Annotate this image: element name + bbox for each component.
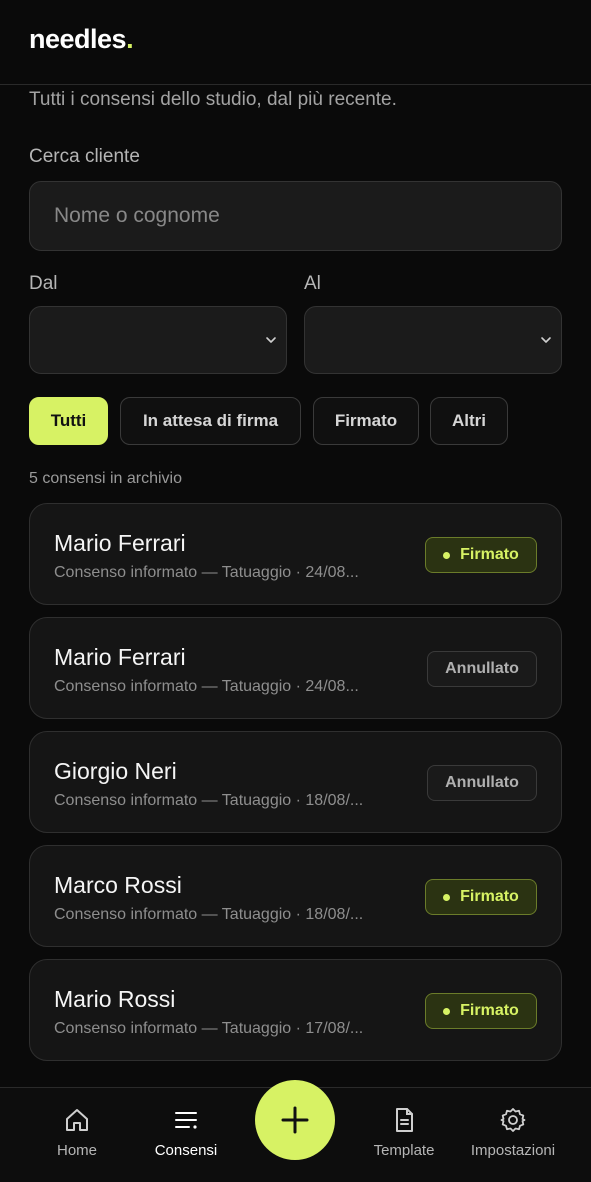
client-name: Mario Ferrari [54, 644, 186, 670]
consent-card[interactable]: Giorgio Neri Consenso informato — Tatuag… [29, 731, 562, 833]
status-label: Firmato [460, 1002, 519, 1019]
date-from-label: Dal [29, 273, 58, 294]
consent-card[interactable]: Marco Rossi Consenso informato — Tatuagg… [29, 845, 562, 947]
filter-chip-firmato[interactable]: Firmato [313, 397, 419, 445]
status-badge: Annullato [427, 651, 537, 687]
gear-icon [500, 1108, 526, 1132]
date-from-select[interactable] [29, 306, 287, 374]
status-label: Firmato [460, 546, 519, 563]
nav-template[interactable]: Template [349, 1106, 459, 1166]
filter-chip-altri[interactable]: Altri [430, 397, 508, 445]
home-icon [66, 1109, 88, 1131]
date-to-label: Al [304, 273, 321, 294]
logo-dot: . [126, 24, 134, 54]
client-name: Giorgio Neri [54, 758, 177, 784]
list-icon [175, 1112, 197, 1129]
filter-chip-tutti[interactable]: Tutti [29, 397, 108, 445]
add-consent-button[interactable] [255, 1080, 335, 1160]
status-dot-icon [443, 1007, 451, 1015]
consent-description: Consenso informato — Tatuaggio · 24/08..… [54, 564, 359, 581]
status-dot-icon [443, 893, 451, 901]
top-bar: needles. [0, 0, 591, 85]
search-input[interactable]: Nome o cognome [29, 181, 562, 251]
consent-description: Consenso informato — Tatuaggio · 17/08/.… [54, 1020, 364, 1037]
chevron-down-icon [541, 337, 551, 343]
logo-text: needles [29, 24, 127, 54]
consent-card[interactable]: Mario Ferrari Consenso informato — Tatua… [29, 503, 562, 605]
search-label: Cerca cliente [29, 146, 140, 167]
status-badge: Firmato [425, 879, 537, 915]
status-label: Firmato [460, 888, 519, 905]
nav-impostazioni-label: Impostazioni [470, 1142, 556, 1159]
status-label: Annullato [445, 774, 519, 791]
status-badge: Firmato [425, 537, 537, 573]
nav-consensi-label: Consensi [154, 1142, 218, 1159]
nav-home[interactable]: Home [22, 1106, 132, 1166]
results-count: 5 consensi in archivio [29, 470, 182, 487]
search-placeholder: Nome o cognome [54, 204, 220, 227]
status-badge: Firmato [425, 993, 537, 1029]
status-label: Annullato [445, 660, 519, 677]
filter-chip-in-attesa[interactable]: In attesa di firma [120, 397, 301, 445]
status-dot-icon [443, 551, 451, 559]
consent-card[interactable]: Mario Rossi Consenso informato — Tatuagg… [29, 959, 562, 1061]
nav-consensi[interactable]: Consensi [131, 1106, 241, 1166]
nav-template-label: Template [373, 1142, 435, 1159]
consent-description: Consenso informato — Tatuaggio · 24/08..… [54, 678, 359, 695]
date-to-select[interactable] [304, 306, 562, 374]
client-name: Marco Rossi [54, 872, 182, 898]
status-badge: Annullato [427, 765, 537, 801]
consent-description: Consenso informato — Tatuaggio · 18/08/.… [54, 792, 364, 809]
chevron-down-icon [266, 337, 276, 343]
page-subtitle: Tutti i consensi dello studio, dal più r… [29, 89, 397, 110]
app-logo[interactable]: needles. [29, 24, 134, 55]
consent-card[interactable]: Mario Ferrari Consenso informato — Tatua… [29, 617, 562, 719]
nav-impostazioni[interactable]: Impostazioni [458, 1106, 568, 1166]
nav-home-label: Home [56, 1142, 97, 1159]
consent-description: Consenso informato — Tatuaggio · 18/08/.… [54, 906, 364, 923]
plus-icon [281, 1106, 309, 1134]
document-icon [396, 1108, 413, 1132]
client-name: Mario Rossi [54, 986, 176, 1012]
client-name: Mario Ferrari [54, 530, 186, 556]
